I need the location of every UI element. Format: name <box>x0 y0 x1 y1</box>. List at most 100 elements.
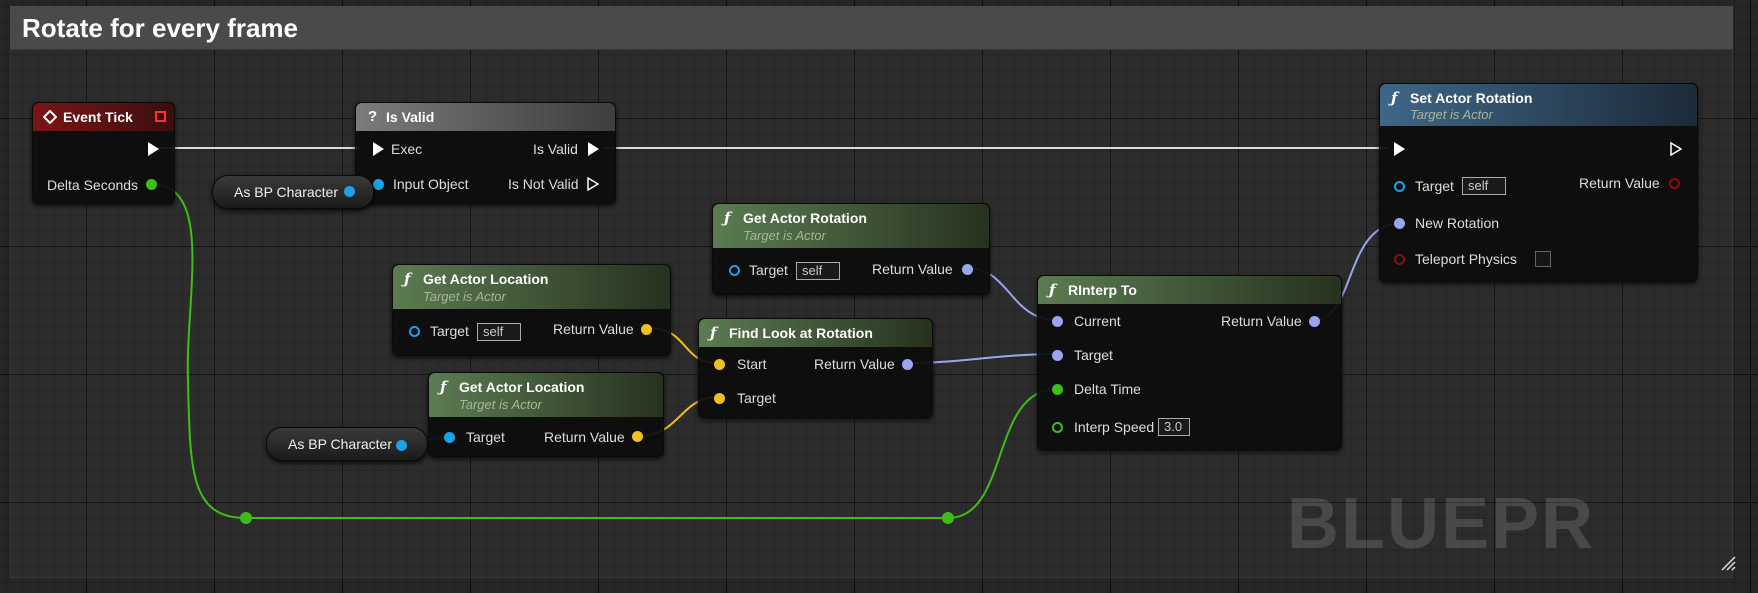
vector-output-pin[interactable] <box>632 431 643 442</box>
object-input-pin[interactable] <box>444 432 455 443</box>
get-actor-location-header[interactable]: ƒ Get Actor Location Target is Actor <box>393 265 670 309</box>
teleport-physics-checkbox[interactable] <box>1535 251 1551 267</box>
bool-output-pin[interactable] <box>1669 178 1680 189</box>
pin-label-target: Target <box>1415 178 1454 194</box>
float-input-pin-delta-time[interactable] <box>1052 384 1063 395</box>
cast-node-1[interactable]: As BP Character <box>212 175 374 209</box>
find-look-at-rotation-header[interactable]: ƒ Find Look at Rotation <box>699 319 932 347</box>
node-title: RInterp To <box>1068 282 1137 298</box>
pin-label-return-value: Return Value <box>544 429 625 445</box>
function-icon: ƒ <box>440 378 447 396</box>
object-output-pin[interactable] <box>396 440 407 451</box>
object-output-pin[interactable] <box>344 186 355 197</box>
cast-label: As BP Character <box>234 184 339 200</box>
find-look-at-rotation-node[interactable]: ƒ Find Look at Rotation Start Return Val… <box>698 318 933 418</box>
vector-input-pin-start[interactable] <box>714 359 725 370</box>
resize-grip-icon[interactable] <box>1720 555 1736 571</box>
vector-input-pin-target[interactable] <box>714 393 725 404</box>
get-actor-rotation-header[interactable]: ƒ Get Actor Rotation Target is Actor <box>713 204 989 248</box>
node-title: Is Valid <box>386 109 435 125</box>
pin-label-delta-time: Delta Time <box>1074 381 1141 397</box>
pin-label-new-rotation: New Rotation <box>1415 215 1500 231</box>
pin-label-return-value: Return Value <box>872 261 953 277</box>
node-subtitle: Target is Actor <box>459 397 542 412</box>
is-valid-node[interactable]: ? Is Valid Exec Is Valid Input Object Is… <box>355 102 616 204</box>
object-input-pin[interactable] <box>373 179 384 190</box>
float-wire-delta-down <box>150 183 247 519</box>
get-actor-rotation-node[interactable]: ƒ Get Actor Rotation Target is Actor Tar… <box>712 203 990 295</box>
event-tick-node[interactable]: Event Tick Delta Seconds <box>32 102 175 204</box>
rinterp-to-node[interactable]: ƒ RInterp To Current Return Value Target… <box>1037 275 1342 450</box>
pin-label-return-value: Return Value <box>553 321 634 337</box>
function-icon: ƒ <box>1391 89 1398 107</box>
vector-output-pin[interactable] <box>641 324 652 335</box>
rotator-input-pin-new-rotation[interactable] <box>1394 218 1405 229</box>
node-subtitle: Target is Actor <box>1410 107 1493 122</box>
rotator-output-pin[interactable] <box>1309 316 1320 327</box>
pin-label-delta-seconds: Delta Seconds <box>47 177 139 193</box>
rotator-input-pin-current[interactable] <box>1052 316 1063 327</box>
blueprint-graph-canvas[interactable]: Rotate for every frame BLUEPR Event Tick <box>0 0 1758 593</box>
rotator-output-pin[interactable] <box>962 264 973 275</box>
exec-output-pin[interactable] <box>148 142 159 156</box>
get-actor-location-node-1[interactable]: ƒ Get Actor Location Target is Actor Tar… <box>392 264 671 356</box>
pin-label-target: Target <box>466 429 505 445</box>
pin-label-start: Start <box>737 356 767 372</box>
target-self-field[interactable]: self <box>796 262 840 280</box>
stop-square-icon <box>155 111 166 122</box>
float-input-pin-interp-speed[interactable] <box>1052 422 1063 433</box>
bool-input-pin-teleport[interactable] <box>1394 254 1405 265</box>
node-title: Set Actor Rotation <box>1410 90 1533 106</box>
pin-label-current: Current <box>1074 313 1121 329</box>
pin-label-return-value: Return Value <box>814 356 895 372</box>
pin-label-return-value: Return Value <box>1579 175 1660 191</box>
target-self-field[interactable]: self <box>1462 177 1506 195</box>
rotator-output-pin[interactable] <box>902 359 913 370</box>
set-actor-rotation-header[interactable]: ƒ Set Actor Rotation Target is Actor <box>1380 84 1697 126</box>
pin-label-input-object: Input Object <box>393 176 469 192</box>
object-input-pin[interactable] <box>1394 181 1405 192</box>
function-icon: ƒ <box>1049 281 1056 299</box>
node-title: Find Look at Rotation <box>729 325 873 341</box>
target-self-field[interactable]: self <box>477 323 521 341</box>
exec-output-pin-valid[interactable] <box>588 142 599 156</box>
object-input-pin[interactable] <box>729 265 740 276</box>
node-title: Get Actor Location <box>459 379 585 395</box>
question-icon: ? <box>368 108 378 125</box>
node-subtitle: Target is Actor <box>743 228 826 243</box>
pin-label-is-valid: Is Valid <box>533 141 578 157</box>
function-icon: ƒ <box>710 324 717 342</box>
function-icon: ƒ <box>404 270 411 288</box>
exec-input-pin[interactable] <box>373 142 384 156</box>
node-title: Get Actor Rotation <box>743 210 867 226</box>
exec-input-pin[interactable] <box>1394 142 1405 156</box>
set-actor-rotation-node[interactable]: ƒ Set Actor Rotation Target is Actor Tar… <box>1379 83 1698 282</box>
reroute-node-left[interactable] <box>240 512 252 524</box>
pin-label-target: Target <box>749 262 788 278</box>
pin-label-target: Target <box>1074 347 1113 363</box>
cast-label: As BP Character <box>288 436 393 452</box>
exec-output-pin-not-valid[interactable] <box>587 177 599 191</box>
pin-label-is-not-valid: Is Not Valid <box>508 176 579 192</box>
pin-label-teleport-physics: Teleport Physics <box>1415 251 1517 267</box>
event-tick-header[interactable]: Event Tick <box>33 103 174 131</box>
object-input-pin[interactable] <box>409 326 420 337</box>
cast-node-2[interactable]: As BP Character <box>266 427 428 461</box>
pin-label-target: Target <box>737 390 776 406</box>
exec-output-pin[interactable] <box>1670 142 1682 156</box>
is-valid-header[interactable]: ? Is Valid <box>356 103 615 131</box>
node-title: Event Tick <box>63 109 133 125</box>
rinterp-to-header[interactable]: ƒ RInterp To <box>1038 276 1341 304</box>
pin-label-interp-speed: Interp Speed <box>1074 419 1155 435</box>
get-actor-location-header[interactable]: ƒ Get Actor Location Target is Actor <box>429 373 663 417</box>
float-output-pin[interactable] <box>146 179 157 190</box>
get-actor-location-node-2[interactable]: ƒ Get Actor Location Target is Actor Tar… <box>428 372 664 457</box>
pin-label-target: Target <box>430 323 469 339</box>
rotator-input-pin-target[interactable] <box>1052 350 1063 361</box>
event-diamond-icon <box>43 110 57 124</box>
node-title: Get Actor Location <box>423 271 549 287</box>
function-icon: ƒ <box>724 209 731 227</box>
reroute-node-right[interactable] <box>942 512 954 524</box>
interp-speed-field[interactable]: 3.0 <box>1158 418 1190 436</box>
node-subtitle: Target is Actor <box>423 289 506 304</box>
